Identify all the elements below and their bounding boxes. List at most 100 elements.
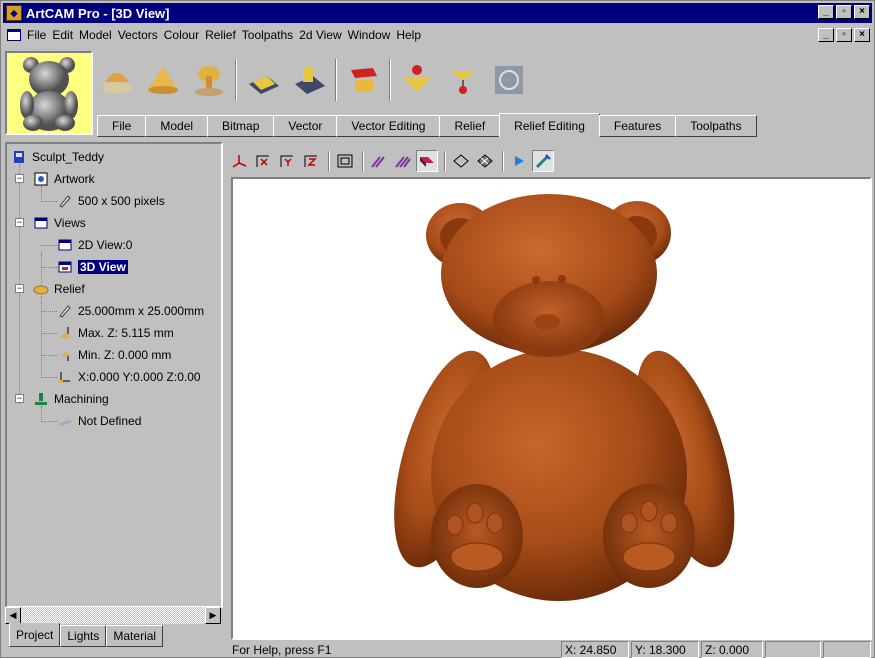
diamond-outline-icon[interactable]	[450, 150, 472, 172]
views-icon	[33, 216, 49, 230]
tab-material[interactable]: Material	[106, 625, 164, 647]
artwork-icon	[33, 172, 49, 186]
title-bar[interactable]: ◆ ArtCAM Pro - [3D View] _ ▫ ×	[3, 3, 872, 23]
panel-tabs: Project Lights Material	[9, 623, 164, 649]
tab-features[interactable]: Features	[598, 115, 677, 137]
status-x: X: 24.850	[561, 641, 629, 658]
scroll-track[interactable]	[21, 607, 205, 624]
tab-bitmap[interactable]: Bitmap	[207, 115, 275, 137]
relief-add-icon[interactable]	[143, 60, 183, 100]
relief-pin-icon[interactable]	[443, 60, 483, 100]
tree-2d-view-label: 2D View:0	[78, 238, 133, 252]
collapse-views-button[interactable]: −	[15, 218, 24, 227]
status-panel-empty	[765, 641, 821, 658]
tree-not-defined[interactable]: Not Defined	[57, 412, 141, 430]
tab-relief-editing[interactable]: Relief Editing	[499, 113, 600, 137]
doc-close-button[interactable]: ×	[854, 28, 870, 42]
menu-colour[interactable]: Colour	[164, 28, 205, 42]
doc-restore-button[interactable]: ▫	[836, 28, 852, 42]
tree-relief-size[interactable]: 25.000mm x 25.000mm	[57, 302, 204, 320]
draw-vectors-icon[interactable]	[392, 150, 414, 172]
menu-model[interactable]: Model	[79, 28, 118, 42]
view-toolbar-separator	[502, 151, 504, 171]
toolpath-icon	[57, 414, 73, 428]
relief-zero-icon[interactable]	[397, 60, 437, 100]
tree-artwork[interactable]: Artwork	[33, 170, 95, 188]
tree-relief-size-label: 25.000mm x 25.000mm	[78, 304, 205, 318]
shaded-relief-icon[interactable]	[416, 150, 438, 172]
view-x-icon[interactable]	[252, 150, 274, 172]
menu-window[interactable]: Window	[348, 28, 397, 42]
collapse-artwork-button[interactable]: −	[15, 174, 24, 183]
view-iso-icon[interactable]	[228, 150, 250, 172]
relief-preview-thumbnail[interactable]	[5, 51, 93, 135]
tab-toolpaths[interactable]: Toolpaths	[675, 115, 757, 137]
tree-views-label: Views	[54, 216, 86, 230]
draw-toolpath-icon[interactable]	[532, 150, 554, 172]
tab-relief[interactable]: Relief	[439, 115, 501, 137]
max-z-icon	[57, 326, 73, 340]
view-toolbar-separator	[362, 151, 364, 171]
min-z-icon	[57, 348, 73, 362]
tab-file[interactable]: File	[97, 115, 147, 137]
menu-2d-view[interactable]: 2d View	[299, 28, 347, 42]
application-window: ◆ ArtCAM Pro - [3D View] _ ▫ × File Edit…	[0, 0, 875, 658]
toolbar-separator	[389, 59, 391, 101]
collapse-relief-button[interactable]: −	[15, 284, 24, 293]
play-toolpath-icon[interactable]	[508, 150, 530, 172]
tree-origin-label: X:0.000 Y:0.000 Z:0.00	[78, 370, 201, 384]
tab-project[interactable]: Project	[9, 623, 61, 647]
menu-vectors[interactable]: Vectors	[118, 28, 164, 42]
menu-file[interactable]: File	[27, 28, 52, 42]
tree-machining-label: Machining	[54, 392, 109, 406]
menu-help[interactable]: Help	[396, 28, 427, 42]
menu-edit[interactable]: Edit	[52, 28, 79, 42]
status-help: For Help, press F1	[232, 642, 332, 657]
3d-viewport[interactable]	[231, 177, 872, 640]
tree-artwork-size-label: 500 x 500 pixels	[78, 194, 165, 208]
tree-project-label: Sculpt_Teddy	[32, 150, 105, 164]
tree-machining[interactable]: Machining	[33, 390, 109, 408]
2d-view-icon	[57, 238, 73, 252]
collapse-machining-button[interactable]: −	[15, 394, 24, 403]
tree-horizontal-scrollbar[interactable]: ◀ ▶	[5, 607, 221, 624]
vector-plate-icon[interactable]	[243, 60, 283, 100]
relief-texture-icon[interactable]	[489, 60, 529, 100]
view-y-icon[interactable]	[276, 150, 298, 172]
tree-origin[interactable]: X:0.000 Y:0.000 Z:0.00	[57, 368, 201, 386]
project-tree: Sculpt_Teddy − Artwork 500 x 500 pixels …	[5, 142, 223, 608]
status-panel-empty	[823, 641, 871, 658]
vector-offset-icon[interactable]	[289, 60, 329, 100]
tab-lights[interactable]: Lights	[60, 625, 107, 647]
tree-max-z[interactable]: Max. Z: 5.115 mm	[57, 324, 174, 342]
scroll-right-button[interactable]: ▶	[205, 607, 221, 624]
relief-mushroom-icon[interactable]	[189, 60, 229, 100]
close-button[interactable]: ×	[854, 5, 870, 19]
tree-min-z[interactable]: Min. Z: 0.000 mm	[57, 346, 171, 364]
tab-vector[interactable]: Vector	[273, 115, 338, 137]
zoom-fit-icon[interactable]	[334, 150, 356, 172]
tree-project[interactable]: Sculpt_Teddy	[11, 148, 104, 166]
toolbar-separator	[235, 59, 237, 101]
menu-relief[interactable]: Relief	[205, 28, 242, 42]
document-icon[interactable]	[7, 29, 21, 41]
tree-relief[interactable]: Relief	[33, 280, 85, 298]
tab-model[interactable]: Model	[145, 115, 209, 137]
tree-2d-view[interactable]: 2D View:0	[57, 236, 132, 254]
diamond-grid-icon[interactable]	[474, 150, 496, 172]
relief-combine-icon[interactable]	[97, 60, 137, 100]
menu-toolpaths[interactable]: Toolpaths	[242, 28, 299, 42]
view-z-icon[interactable]	[300, 150, 322, 172]
draw-relief-icon[interactable]	[368, 150, 390, 172]
minimize-button[interactable]: _	[818, 5, 834, 19]
axis-icon	[57, 370, 73, 384]
tab-vector-editing[interactable]: Vector Editing	[336, 115, 441, 137]
doc-minimize-button[interactable]: _	[818, 28, 834, 42]
restore-button[interactable]: ▫	[836, 5, 852, 19]
relief-extrude-icon[interactable]	[343, 60, 383, 100]
tree-3d-view[interactable]: 3D View	[57, 258, 128, 276]
tree-artwork-size[interactable]: 500 x 500 pixels	[57, 192, 165, 210]
scroll-left-button[interactable]: ◀	[5, 607, 21, 624]
pencil-icon	[57, 304, 73, 318]
tree-views[interactable]: Views	[33, 214, 86, 232]
